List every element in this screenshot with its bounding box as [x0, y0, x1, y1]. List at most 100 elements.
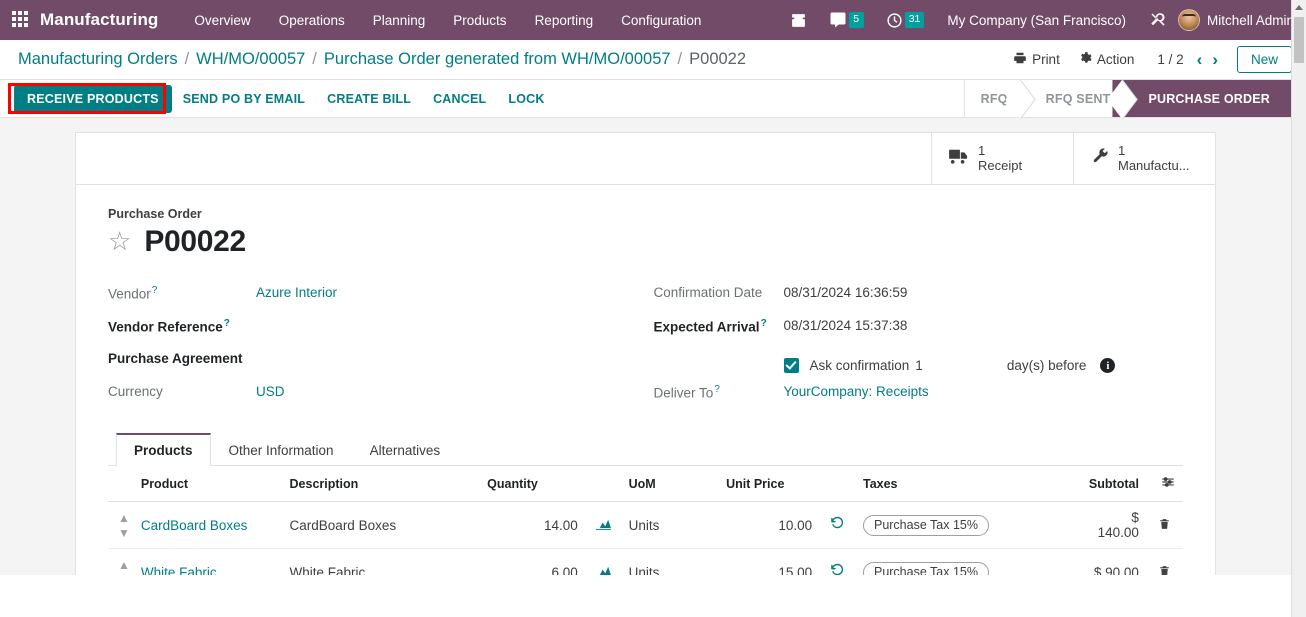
field-deliver-to-value[interactable]: YourCompany: Receipts: [784, 382, 929, 399]
col-taxes[interactable]: Taxes: [854, 466, 1081, 502]
cell-quantity[interactable]: 6.00: [479, 548, 586, 575]
tooltip-icon[interactable]: ?: [224, 318, 230, 329]
cell-product[interactable]: White Fabric: [132, 548, 282, 576]
cell-uom[interactable]: Units: [620, 501, 719, 549]
status-rfq-sent[interactable]: RFQ SENT: [1023, 80, 1127, 117]
app-brand-manufacturing[interactable]: Manufacturing: [40, 10, 158, 30]
cell-unit-price[interactable]: 10.00: [718, 501, 821, 549]
ask-confirmation-checkbox[interactable]: [783, 358, 799, 373]
purchase-history-icon[interactable]: [830, 516, 845, 531]
menu-item-configuration[interactable]: Configuration: [607, 3, 715, 38]
tooltip-icon[interactable]: ?: [714, 384, 720, 395]
company-switcher[interactable]: My Company (San Francisco): [935, 13, 1138, 28]
row-drag-handle[interactable]: ▲▼: [108, 548, 133, 575]
menu-item-planning[interactable]: Planning: [359, 3, 440, 38]
col-description[interactable]: Description: [281, 466, 480, 502]
info-icon[interactable]: i: [1100, 358, 1116, 373]
status-rfq[interactable]: RFQ: [964, 80, 1024, 117]
cell-product[interactable]: CardBoard Boxes: [132, 501, 282, 549]
cell-delete[interactable]: [1146, 548, 1183, 575]
forecast-chart-icon[interactable]: [595, 517, 611, 530]
table-row[interactable]: ▲▼ White Fabric White Fabric 6.00: [108, 548, 1183, 576]
trash-icon[interactable]: [1158, 518, 1171, 534]
apps-grid-icon[interactable]: [12, 11, 30, 29]
col-product[interactable]: Product: [132, 466, 282, 502]
field-currency-value[interactable]: USD: [256, 382, 285, 399]
column-options-icon[interactable]: [1161, 475, 1175, 492]
tooltip-icon[interactable]: ?: [761, 318, 767, 329]
action-button[interactable]: Action: [1069, 47, 1144, 72]
messages-counter[interactable]: 5: [818, 0, 875, 40]
cell-forecast[interactable]: [585, 501, 621, 549]
cell-description[interactable]: CardBoard Boxes: [281, 501, 480, 549]
cell-history[interactable]: [820, 501, 855, 549]
smart-button-receipt[interactable]: 1 Receipt: [931, 133, 1073, 184]
field-vendor-reference: Vendor Reference?: [108, 316, 646, 349]
col-subtotal[interactable]: Subtotal: [1080, 466, 1147, 502]
menu-item-reporting[interactable]: Reporting: [521, 3, 608, 38]
menu-item-products[interactable]: Products: [439, 3, 520, 38]
trash-icon[interactable]: [1158, 565, 1171, 575]
user-avatar[interactable]: [1177, 9, 1200, 31]
cell-quantity[interactable]: 14.00: [479, 501, 586, 549]
chevron-right-icon[interactable]: ›: [1207, 51, 1223, 68]
cell-forecast[interactable]: [585, 548, 621, 575]
create-bill-button[interactable]: CREATE BILL: [316, 85, 422, 113]
field-currency-label: Currency: [108, 382, 256, 399]
send-po-by-email-button[interactable]: SEND PO BY EMAIL: [172, 85, 316, 113]
chevron-left-icon[interactable]: ‹: [1192, 51, 1208, 68]
col-quantity[interactable]: Quantity: [479, 466, 586, 502]
phone-activity-icon[interactable]: [779, 0, 818, 40]
cancel-button[interactable]: CANCEL: [422, 85, 497, 113]
forecast-chart-icon[interactable]: [596, 564, 611, 575]
lock-button[interactable]: LOCK: [497, 85, 555, 113]
status-purchase-order[interactable]: PURCHASE ORDER: [1126, 80, 1292, 117]
menu-item-overview[interactable]: Overview: [180, 3, 264, 38]
star-icon[interactable]: ☆: [108, 228, 131, 254]
tab-alternatives[interactable]: Alternatives: [352, 433, 459, 466]
cell-taxes[interactable]: Purchase Tax 15%: [854, 501, 1081, 549]
tax-tag[interactable]: Purchase Tax 15%: [862, 514, 989, 536]
cell-history[interactable]: [820, 548, 855, 575]
cell-description[interactable]: White Fabric: [281, 548, 480, 575]
tab-products[interactable]: Products: [116, 433, 211, 466]
scroll-up-arrow-icon[interactable]: [1292, 0, 1306, 15]
drag-handle-icon[interactable]: ▲▼: [118, 511, 130, 540]
table-row[interactable]: ▲ ▼ CardBoard Boxes CardBoard Boxes 14.00: [108, 501, 1183, 549]
col-uom[interactable]: UoM: [620, 466, 719, 502]
breadcrumb-item-purchase-order-generated[interactable]: Purchase Order generated from WH/MO/0005…: [324, 50, 671, 69]
scroll-thumb[interactable]: [1294, 17, 1304, 63]
cell-delete[interactable]: [1146, 501, 1183, 549]
pager-value[interactable]: 1 / 2: [1143, 52, 1191, 67]
col-unit-price[interactable]: Unit Price: [718, 466, 821, 502]
activities-counter[interactable]: 31: [875, 0, 936, 40]
tab-other-information[interactable]: Other Information: [211, 433, 352, 466]
breadcrumb-item-manufacturing-orders[interactable]: Manufacturing Orders: [18, 50, 178, 69]
drag-handle-icon[interactable]: ▲▼: [118, 558, 130, 575]
breadcrumb-item-current: P00022: [689, 50, 747, 68]
print-button[interactable]: Print: [1004, 47, 1069, 72]
cell-taxes[interactable]: Purchase Tax 15%: [854, 548, 1081, 575]
field-vendor-value[interactable]: Azure Interior: [256, 283, 337, 300]
field-expected-arrival-value[interactable]: 08/31/2024 15:37:38: [784, 316, 908, 333]
tooltip-icon[interactable]: ?: [152, 285, 158, 296]
receive-products-button[interactable]: RECEIVE PRODUCTS: [14, 84, 172, 113]
smart-button-manufacturing[interactable]: 1 Manufactu...: [1073, 133, 1215, 184]
main-menu: Overview Operations Planning Products Re…: [180, 3, 715, 38]
breadcrumb-item-mo[interactable]: WH/MO/00057: [196, 50, 305, 69]
purchase-history-icon[interactable]: [830, 563, 845, 575]
cell-uom[interactable]: Units: [620, 548, 719, 575]
row-drag-handle[interactable]: ▲▼: [108, 501, 133, 549]
cell-unit-price[interactable]: 15.00: [718, 548, 821, 575]
product-link[interactable]: CardBoard Boxes: [141, 518, 248, 533]
user-menu[interactable]: Mitchell Admin: [1207, 13, 1296, 28]
vertical-scrollbar[interactable]: [1291, 0, 1306, 617]
tools-icon[interactable]: [1138, 0, 1178, 40]
field-deliver-to: Deliver To? YourCompany: Receipts: [654, 382, 1184, 415]
product-link[interactable]: White Fabric: [141, 565, 217, 576]
ask-confirmation-days[interactable]: 1: [915, 358, 923, 373]
tax-tag[interactable]: Purchase Tax 15%: [862, 561, 989, 575]
field-deliver-to-label: Deliver To?: [654, 382, 784, 401]
new-button[interactable]: New: [1236, 46, 1292, 73]
menu-item-operations[interactable]: Operations: [265, 3, 359, 38]
